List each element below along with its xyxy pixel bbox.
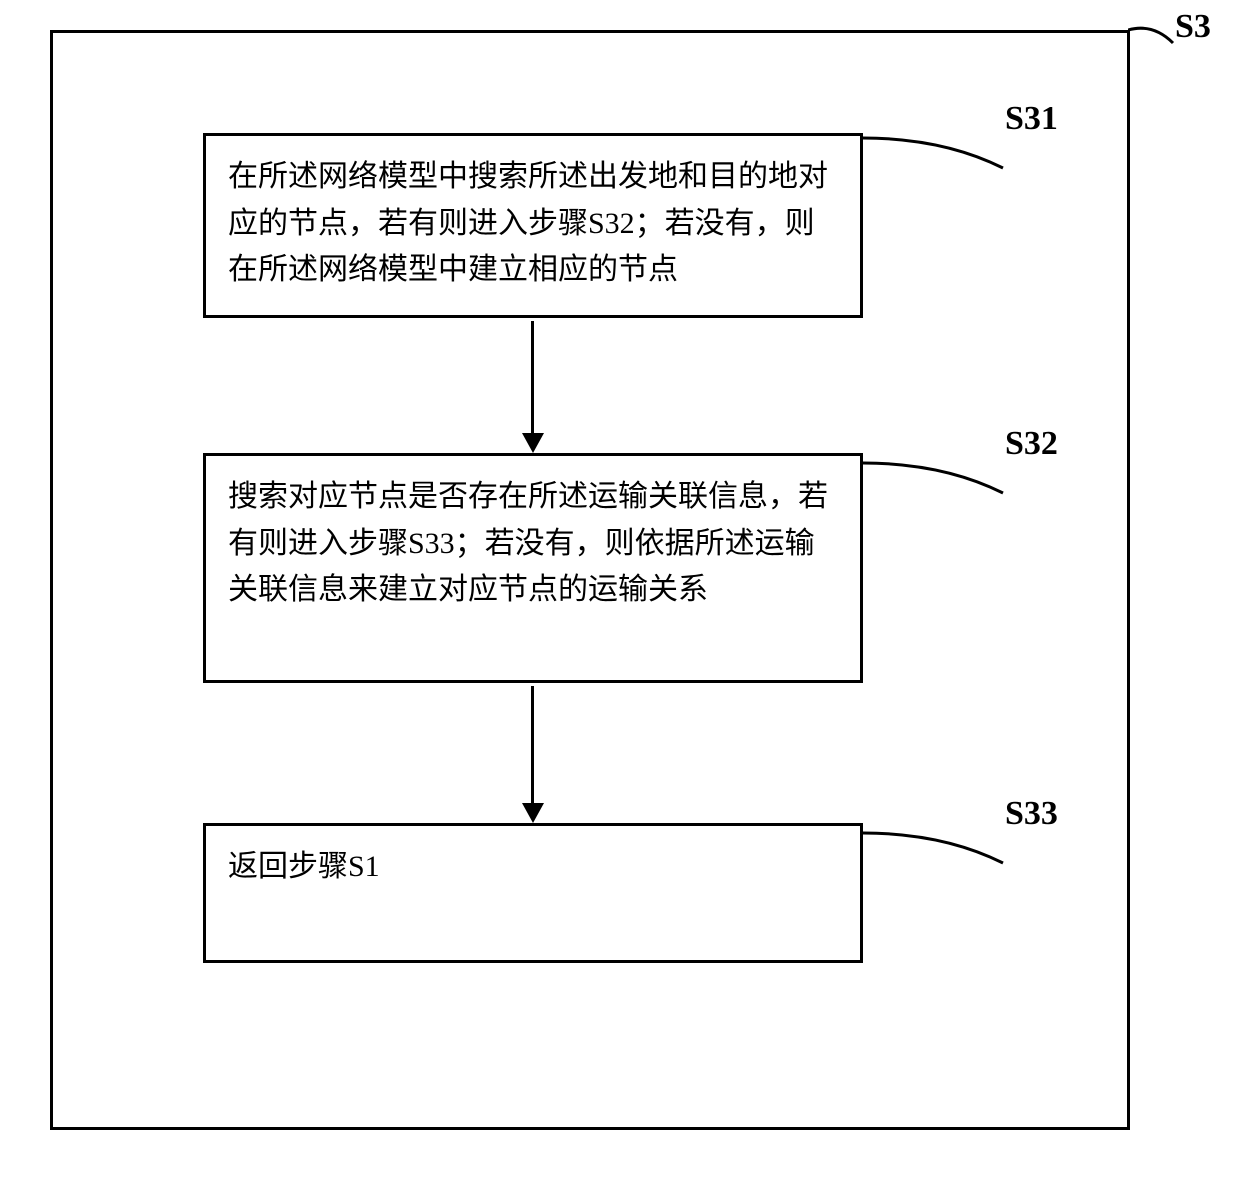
step-box-s32: 搜索对应节点是否存在所述运输关联信息，若有则进入步骤S33；若没有，则依据所述运… — [203, 453, 863, 683]
step-box-s31: 在所述网络模型中搜索所述出发地和目的地对应的节点，若有则进入步骤S32；若没有，… — [203, 133, 863, 318]
arrow-s31-to-s32 — [531, 321, 534, 436]
leader-s33 — [863, 828, 1063, 898]
arrow-s32-to-s33 — [531, 686, 534, 806]
label-s3: S3 — [1175, 8, 1211, 46]
label-s32: S32 — [1005, 425, 1058, 463]
label-s31: S31 — [1005, 100, 1058, 138]
step-text-s33: 返回步骤S1 — [228, 850, 380, 883]
label-s33: S33 — [1005, 795, 1058, 833]
step-text-s32: 搜索对应节点是否存在所述运输关联信息，若有则进入步骤S33；若没有，则依据所述运… — [228, 480, 828, 606]
arrowhead-s32-to-s33 — [522, 803, 544, 823]
leader-s32 — [863, 458, 1063, 528]
step-text-s31: 在所述网络模型中搜索所述出发地和目的地对应的节点，若有则进入步骤S32；若没有，… — [228, 160, 828, 286]
arrowhead-s31-to-s32 — [522, 433, 544, 453]
leader-s31 — [863, 133, 1063, 203]
step-box-s33: 返回步骤S1 — [203, 823, 863, 963]
outer-frame: 在所述网络模型中搜索所述出发地和目的地对应的节点，若有则进入步骤S32；若没有，… — [50, 30, 1130, 1130]
